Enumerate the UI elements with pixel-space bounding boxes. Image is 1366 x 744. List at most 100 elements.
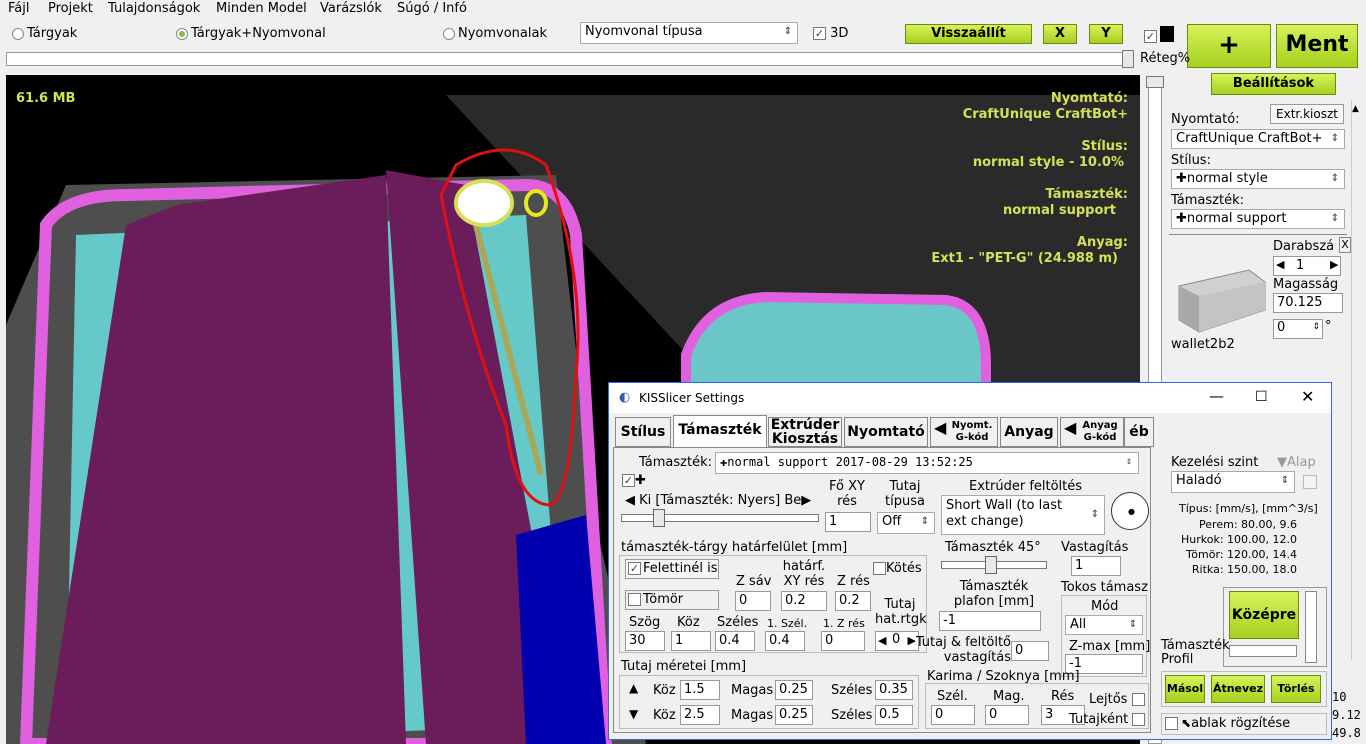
extr-kioszt-button[interactable]: Extr.kioszt: [1270, 104, 1344, 124]
center-hslider[interactable]: [1229, 645, 1297, 657]
rp-printer-select[interactable]: CraftUnique CraftBot+ ⇕: [1171, 129, 1345, 149]
first-width-input[interactable]: 0.4: [765, 631, 805, 651]
angle-stepper[interactable]: 0 ⇕: [1273, 319, 1323, 339]
radio-objects-paths[interactable]: Tárgyak+Nyomvonal: [176, 26, 326, 41]
tab-support[interactable]: Támaszték: [673, 415, 767, 448]
support-level-slider[interactable]: [621, 514, 819, 522]
limit-xy-input[interactable]: 0.2: [781, 591, 827, 611]
tab-more[interactable]: éb: [1124, 417, 1154, 447]
fill-dial[interactable]: ●: [1111, 492, 1149, 530]
level-select[interactable]: Haladó ⇕: [1171, 471, 1295, 493]
arrow-up-icon[interactable]: ▲: [1352, 104, 1359, 114]
support45-thumb[interactable]: [985, 556, 997, 574]
menu-all-model[interactable]: Minden Model: [216, 1, 307, 16]
lejtos-checkbox[interactable]: Lejtős: [1089, 692, 1145, 707]
center-button[interactable]: Középre: [1229, 591, 1299, 639]
menu-properties[interactable]: Tulajdonságok: [108, 1, 200, 16]
extr-fill-select[interactable]: Short Wall (to last ext change) ⇕: [941, 495, 1105, 535]
tab-material[interactable]: Anyag: [1000, 417, 1058, 447]
material-value: Ext1 - "PET-G" (24.988 m): [931, 251, 1118, 266]
tutajkent-checkbox[interactable]: Tutajként: [1069, 712, 1146, 727]
triangle-right-icon[interactable]: ▶: [801, 493, 811, 508]
width-input[interactable]: 0.4: [715, 631, 755, 651]
maximize-icon[interactable]: ☐: [1255, 389, 1268, 405]
support-level-thumb[interactable]: [653, 509, 665, 527]
main-xy-input[interactable]: 1: [825, 512, 871, 532]
updown-icon: ⇕: [1330, 213, 1340, 224]
arrow-left-icon[interactable]: ◀: [878, 634, 886, 647]
tab-printer-gcode[interactable]: ◀ Nyomt. G-kód: [930, 417, 998, 447]
thicken-input[interactable]: 1: [1071, 556, 1121, 576]
raft-type-select[interactable]: Off ⇕: [877, 512, 935, 534]
tab-printer[interactable]: Nyomtató: [844, 417, 928, 447]
magas1-input[interactable]: 0.25: [775, 680, 813, 700]
x-button[interactable]: X: [1043, 24, 1077, 44]
gap-input[interactable]: 1: [671, 631, 711, 651]
count-stepper[interactable]: ◀ 1 ▶: [1273, 256, 1341, 276]
arrow-left-icon[interactable]: ◀: [1276, 258, 1284, 271]
level-default[interactable]: ▼Alap: [1277, 455, 1316, 470]
brim-height-input[interactable]: 0: [985, 705, 1029, 725]
magas2-input[interactable]: 0.25: [775, 705, 813, 725]
koz2-input[interactable]: 2.5: [680, 705, 720, 725]
z-gap-input[interactable]: 0.2: [835, 591, 871, 611]
szeles1-input[interactable]: 0.35: [875, 680, 913, 700]
triangle-up-icon: ▲: [629, 681, 639, 695]
first-z-input[interactable]: 0: [821, 631, 865, 651]
copy-button[interactable]: Másol: [1165, 675, 1205, 703]
vertical-slider-thumb[interactable]: [1146, 76, 1164, 88]
brim-width-input[interactable]: 0: [931, 705, 975, 725]
minimize-icon[interactable]: —: [1209, 387, 1224, 405]
radio-paths[interactable]: Nyomvonalak: [443, 26, 547, 41]
checkbox-layer[interactable]: ✓: [1144, 29, 1157, 44]
above-too-checkbox[interactable]: ✓ Felettinél is: [625, 559, 719, 579]
right-scrollbar[interactable]: ▲: [1351, 100, 1365, 660]
support-profile-label: Támaszték:: [639, 455, 712, 470]
radio-objects[interactable]: Tárgyak: [12, 26, 77, 41]
menu-project[interactable]: Projekt: [48, 1, 93, 16]
restore-button[interactable]: Visszaállít: [905, 24, 1032, 44]
save-button[interactable]: Ment: [1276, 24, 1358, 68]
support-enabled-checkbox[interactable]: ✓ ✚: [622, 473, 646, 488]
tab-material-gcode[interactable]: ◀ Anyag G-kód: [1060, 417, 1124, 447]
level-checkbox[interactable]: [1303, 475, 1317, 489]
support-profile-select[interactable]: ✚normal support 2017-08-29 13:52:25 ⇕: [715, 452, 1139, 474]
path-type-select[interactable]: Nyomvonal típusa ⇕: [580, 22, 798, 44]
menu-file[interactable]: Fájl: [8, 1, 29, 16]
gap-label: Köz: [677, 615, 700, 630]
ceiling-input[interactable]: -1: [939, 611, 1041, 631]
updown-icon: ⇕: [1312, 322, 1320, 332]
plus-icon[interactable]: ✚: [635, 473, 646, 488]
szeles2-input[interactable]: 0.5: [875, 705, 913, 725]
layer-slider-track[interactable]: [6, 52, 1134, 66]
angle-input[interactable]: 30: [625, 631, 665, 651]
y-button[interactable]: Y: [1089, 24, 1123, 44]
tab-style[interactable]: Stílus: [615, 417, 671, 447]
settings-button[interactable]: Beállítások: [1211, 73, 1336, 95]
delete-button[interactable]: Törlés: [1271, 675, 1321, 703]
close-icon[interactable]: ✕: [1301, 387, 1314, 406]
solid-checkbox[interactable]: Tömör: [625, 590, 719, 610]
menu-wizards[interactable]: Varázslók: [320, 1, 382, 16]
fill-thicken-input[interactable]: 0: [1011, 641, 1049, 661]
height-input[interactable]: 70.125: [1273, 293, 1343, 313]
check-icon: ✓: [622, 474, 635, 487]
center-vslider[interactable]: [1305, 591, 1317, 663]
koz1-input[interactable]: 1.5: [680, 680, 720, 700]
remove-model-button[interactable]: X: [1339, 237, 1351, 253]
bind-checkbox[interactable]: Kötés: [873, 561, 922, 576]
menu-help[interactable]: Súgó / Infó: [397, 1, 467, 16]
rp-support-select[interactable]: ✚normal support ⇕: [1171, 209, 1345, 229]
tab-extruder[interactable]: Extrúder Kiosztás: [768, 417, 842, 447]
arrow-right-icon[interactable]: ▶: [1330, 258, 1338, 271]
triangle-left-icon[interactable]: ◀: [625, 493, 635, 508]
layer-slider-thumb[interactable]: [1122, 50, 1134, 68]
rename-button[interactable]: Átnevez: [1211, 675, 1265, 703]
checkbox-3d[interactable]: ✓ 3D: [813, 26, 848, 41]
add-button[interactable]: +: [1187, 24, 1271, 68]
ceiling-label: Támaszték plafon [mm]: [953, 579, 1035, 609]
rp-style-select[interactable]: ✚normal style ⇕: [1171, 169, 1345, 189]
lock-window-checkbox[interactable]: ⬉ablak rögzítése: [1161, 713, 1327, 735]
mode-select[interactable]: All ⇕: [1065, 615, 1143, 635]
z-band-input[interactable]: 0: [735, 591, 771, 611]
